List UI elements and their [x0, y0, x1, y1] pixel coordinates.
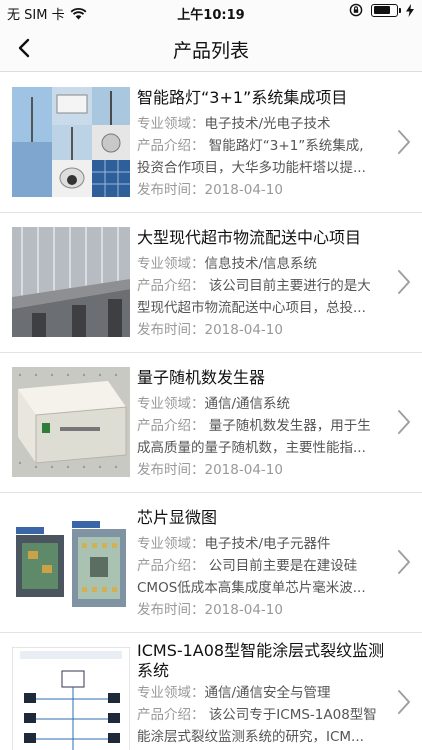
- chevron-right-icon: [398, 130, 410, 154]
- intro-line-1: 产品介绍： 智能路灯“3+1”系统集成,: [137, 135, 389, 157]
- intro-text-1: 该公司目前主要进行的是大: [208, 278, 371, 294]
- intro-label: 产品介绍：: [137, 707, 205, 723]
- date-label: 发布时间：: [137, 602, 205, 618]
- product-thumbnail-streetlight: [12, 87, 130, 197]
- battery-icon: [371, 3, 401, 17]
- item-title: 智能路灯“3+1”系统集成项目: [137, 88, 348, 107]
- field-label: 专业领域：: [137, 256, 205, 272]
- item-date: 发布时间：2018-04-10: [137, 179, 389, 201]
- item-title: 量子随机数发生器: [137, 368, 266, 387]
- intro-line-1: 产品介绍： 量子随机数发生器，用于生: [137, 415, 389, 437]
- intro-text-2: 能涂层式裂纹监测系统的研究，ICM...: [137, 729, 364, 745]
- intro-line-1: 产品介绍： 该公司专于ICMS-1A08型智: [137, 704, 389, 726]
- date-value: 2018-04-10: [204, 462, 283, 478]
- date-value: 2018-04-10: [204, 182, 283, 198]
- chevron-right-icon: [398, 550, 410, 574]
- intro-line-1: 产品介绍： 公司目前主要是在建设硅: [137, 555, 389, 577]
- item-intro: 产品介绍： 该公司目前主要进行的是大 型现代超市物流配送中心项目，总投...: [137, 275, 389, 319]
- field-value: 电子技术/电子元器件: [204, 536, 331, 552]
- item-intro: 产品介绍： 量子随机数发生器，用于生 成高质量的量子随机数，主要性能指...: [137, 415, 389, 459]
- page-title: 产品列表: [172, 40, 249, 62]
- product-list: 智能路灯“3+1”系统集成项目 专业领域：电子技术/光电子技术 产品介绍： 智能…: [0, 73, 422, 750]
- item-field: 专业领域：通信/通信安全与管理: [137, 682, 389, 704]
- list-item[interactable]: 量子随机数发生器 专业领域：通信/通信系统 产品介绍： 量子随机数发生器，用于生…: [0, 353, 422, 493]
- item-intro: 产品介绍： 智能路灯“3+1”系统集成, 投资合作项目，大华多功能杆塔以提...: [137, 135, 389, 179]
- intro-label: 产品介绍：: [137, 138, 205, 154]
- field-value: 信息技术/信息系统: [204, 256, 318, 272]
- item-field: 专业领域：信息技术/信息系统: [137, 253, 389, 275]
- intro-text-2: CMOS低成本高集成度单芯片毫米波...: [137, 580, 366, 596]
- field-value: 通信/通信安全与管理: [204, 685, 331, 701]
- item-date: 发布时间：2018-04-10: [137, 599, 389, 621]
- date-label: 发布时间：: [137, 462, 205, 478]
- intro-text-2: 成高质量的量子随机数，主要性能指...: [137, 440, 366, 456]
- item-date: 发布时间：2018-04-10: [137, 459, 389, 481]
- item-title: 大型现代超市物流配送中心项目: [137, 228, 362, 247]
- chevron-right-icon: [398, 270, 410, 294]
- item-title: ICMS-1A08型智能涂层式裂纹监测系统: [137, 641, 385, 680]
- battery-level: [373, 6, 390, 14]
- intro-text-2: 投资合作项目，大华多功能杆塔以提...: [137, 160, 366, 176]
- intro-text-1: 公司目前主要是在建设硅: [208, 558, 358, 574]
- field-label: 专业领域：: [137, 685, 205, 701]
- item-date: 发布时间：2018-04-10: [137, 319, 389, 341]
- date-label: 发布时间：: [137, 322, 205, 338]
- item-intro: 产品介绍： 公司目前主要是在建设硅 CMOS低成本高集成度单芯片毫米波...: [137, 555, 389, 599]
- charging-icon: [406, 3, 414, 17]
- product-thumbnail-monitoring-diagram: [12, 647, 130, 750]
- intro-label: 产品介绍：: [137, 278, 205, 294]
- status-bar: 无 SIM 卡 上午10:19: [0, 0, 422, 24]
- orientation-lock-icon: [349, 3, 363, 17]
- field-label: 专业领域：: [137, 536, 205, 552]
- status-right: [349, 3, 414, 17]
- intro-text-2: 型现代超市物流配送中心项目，总投...: [137, 300, 366, 316]
- field-value: 通信/通信系统: [204, 396, 291, 412]
- list-item[interactable]: ICMS-1A08型智能涂层式裂纹监测系统 专业领域：通信/通信安全与管理 产品…: [0, 633, 422, 750]
- field-label: 专业领域：: [137, 396, 205, 412]
- chevron-right-icon: [398, 690, 410, 714]
- field-label: 专业领域：: [137, 116, 205, 132]
- chevron-right-icon: [398, 410, 410, 434]
- list-item[interactable]: 芯片显微图 专业领域：电子技术/电子元器件 产品介绍： 公司目前主要是在建设硅 …: [0, 493, 422, 633]
- date-value: 2018-04-10: [204, 602, 283, 618]
- list-item[interactable]: 智能路灯“3+1”系统集成项目 专业领域：电子技术/光电子技术 产品介绍： 智能…: [0, 73, 422, 213]
- intro-label: 产品介绍：: [137, 558, 205, 574]
- nav-bar: 产品列表: [0, 24, 422, 72]
- item-field: 专业领域：通信/通信系统: [137, 393, 389, 415]
- item-title: 芯片显微图: [137, 508, 218, 527]
- list-item[interactable]: 大型现代超市物流配送中心项目 专业领域：信息技术/信息系统 产品介绍： 该公司目…: [0, 213, 422, 353]
- product-thumbnail-chip: [12, 507, 130, 617]
- intro-label: 产品介绍：: [137, 418, 205, 434]
- item-field: 专业领域：电子技术/光电子技术: [137, 113, 389, 135]
- intro-text-1: 该公司专于ICMS-1A08型智: [208, 707, 377, 723]
- item-intro: 产品介绍： 该公司专于ICMS-1A08型智 能涂层式裂纹监测系统的研究，ICM…: [137, 704, 389, 748]
- field-value: 电子技术/光电子技术: [204, 116, 331, 132]
- date-label: 发布时间：: [137, 182, 205, 198]
- intro-line-1: 产品介绍： 该公司目前主要进行的是大: [137, 275, 389, 297]
- intro-text-1: 智能路灯“3+1”系统集成,: [208, 138, 364, 154]
- product-thumbnail-warehouse: [12, 227, 130, 337]
- date-value: 2018-04-10: [204, 322, 283, 338]
- product-thumbnail-quantum-device: [12, 367, 130, 477]
- item-field: 专业领域：电子技术/电子元器件: [137, 533, 389, 555]
- intro-text-1: 量子随机数发生器，用于生: [208, 418, 371, 434]
